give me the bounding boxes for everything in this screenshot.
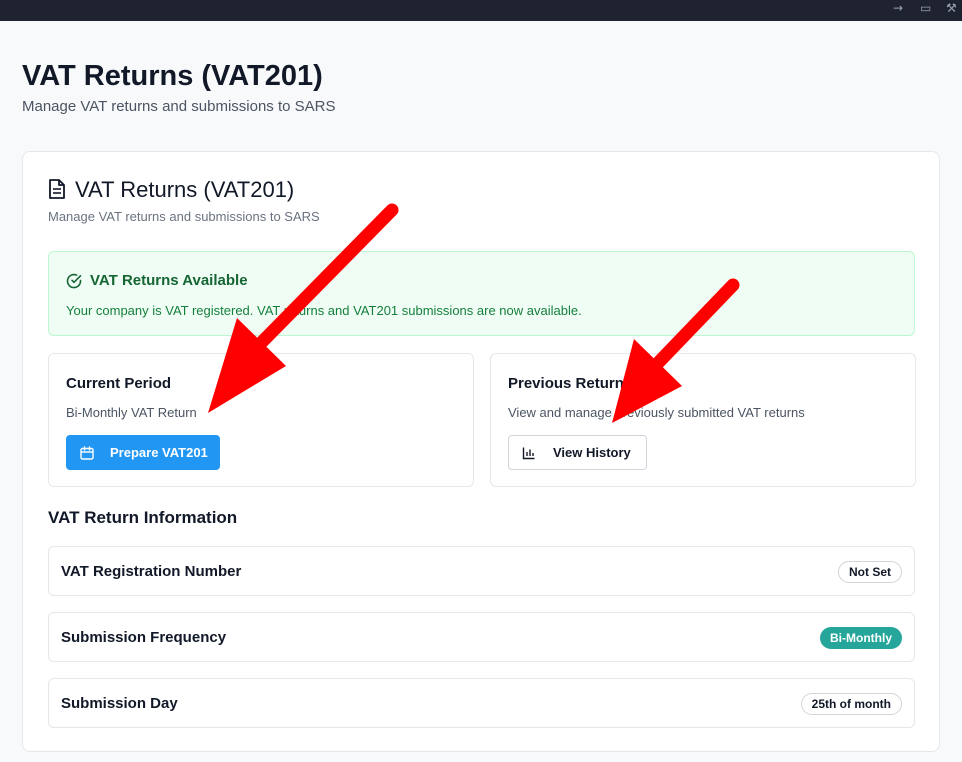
status-badge: Not Set bbox=[838, 561, 902, 583]
check-circle-icon bbox=[66, 273, 82, 289]
info-row-label: VAT Registration Number bbox=[61, 563, 242, 580]
card-title: VAT Returns (VAT201) bbox=[75, 177, 295, 202]
alert-title: VAT Returns Available bbox=[90, 272, 248, 289]
vat-returns-card: VAT Returns (VAT201) Manage VAT returns … bbox=[22, 151, 940, 752]
document-icon bbox=[49, 179, 65, 199]
current-period-box: Current Period Bi-Monthly VAT Return Pre… bbox=[48, 353, 474, 487]
submission-frequency-row: Submission Frequency Bi-Monthly bbox=[48, 612, 915, 662]
status-badge: Bi-Monthly bbox=[820, 627, 902, 649]
browser-top-bar: → ▭ ⚒ bbox=[0, 0, 962, 21]
vat-info-title: VAT Return Information bbox=[48, 508, 238, 527]
bar-chart-icon bbox=[522, 447, 535, 459]
current-period-title: Current Period bbox=[66, 375, 172, 392]
status-badge: 25th of month bbox=[800, 693, 902, 715]
previous-returns-title: Previous Returns bbox=[508, 375, 633, 392]
info-row-label: Submission Day bbox=[61, 695, 178, 712]
view-history-button[interactable]: View History bbox=[508, 435, 647, 470]
arrow-right-icon[interactable]: → bbox=[893, 1, 903, 15]
alert-text: Your company is VAT registered. VAT retu… bbox=[66, 303, 582, 318]
vat-available-alert: VAT Returns Available Your company is VA… bbox=[48, 251, 915, 336]
previous-returns-box: Previous Returns View and manage previou… bbox=[490, 353, 916, 487]
prepare-vat201-button[interactable]: Prepare VAT201 bbox=[66, 435, 220, 470]
submission-day-row: Submission Day 25th of month bbox=[48, 678, 915, 728]
vat-registration-number-row: VAT Registration Number Not Set bbox=[48, 546, 915, 596]
calendar-icon bbox=[80, 445, 94, 460]
view-history-label: View History bbox=[553, 445, 631, 460]
page-title: VAT Returns (VAT201) bbox=[22, 60, 323, 92]
prepare-vat201-label: Prepare VAT201 bbox=[110, 445, 208, 460]
wrench-icon[interactable]: ⚒ bbox=[946, 1, 957, 15]
current-period-subtitle: Bi-Monthly VAT Return bbox=[66, 405, 197, 420]
page-subtitle: Manage VAT returns and submissions to SA… bbox=[22, 98, 336, 115]
monitor-icon[interactable]: ▭ bbox=[920, 1, 931, 15]
card-subtitle: Manage VAT returns and submissions to SA… bbox=[48, 209, 320, 224]
info-row-label: Submission Frequency bbox=[61, 629, 227, 646]
previous-returns-subtitle: View and manage previously submitted VAT… bbox=[508, 405, 805, 420]
